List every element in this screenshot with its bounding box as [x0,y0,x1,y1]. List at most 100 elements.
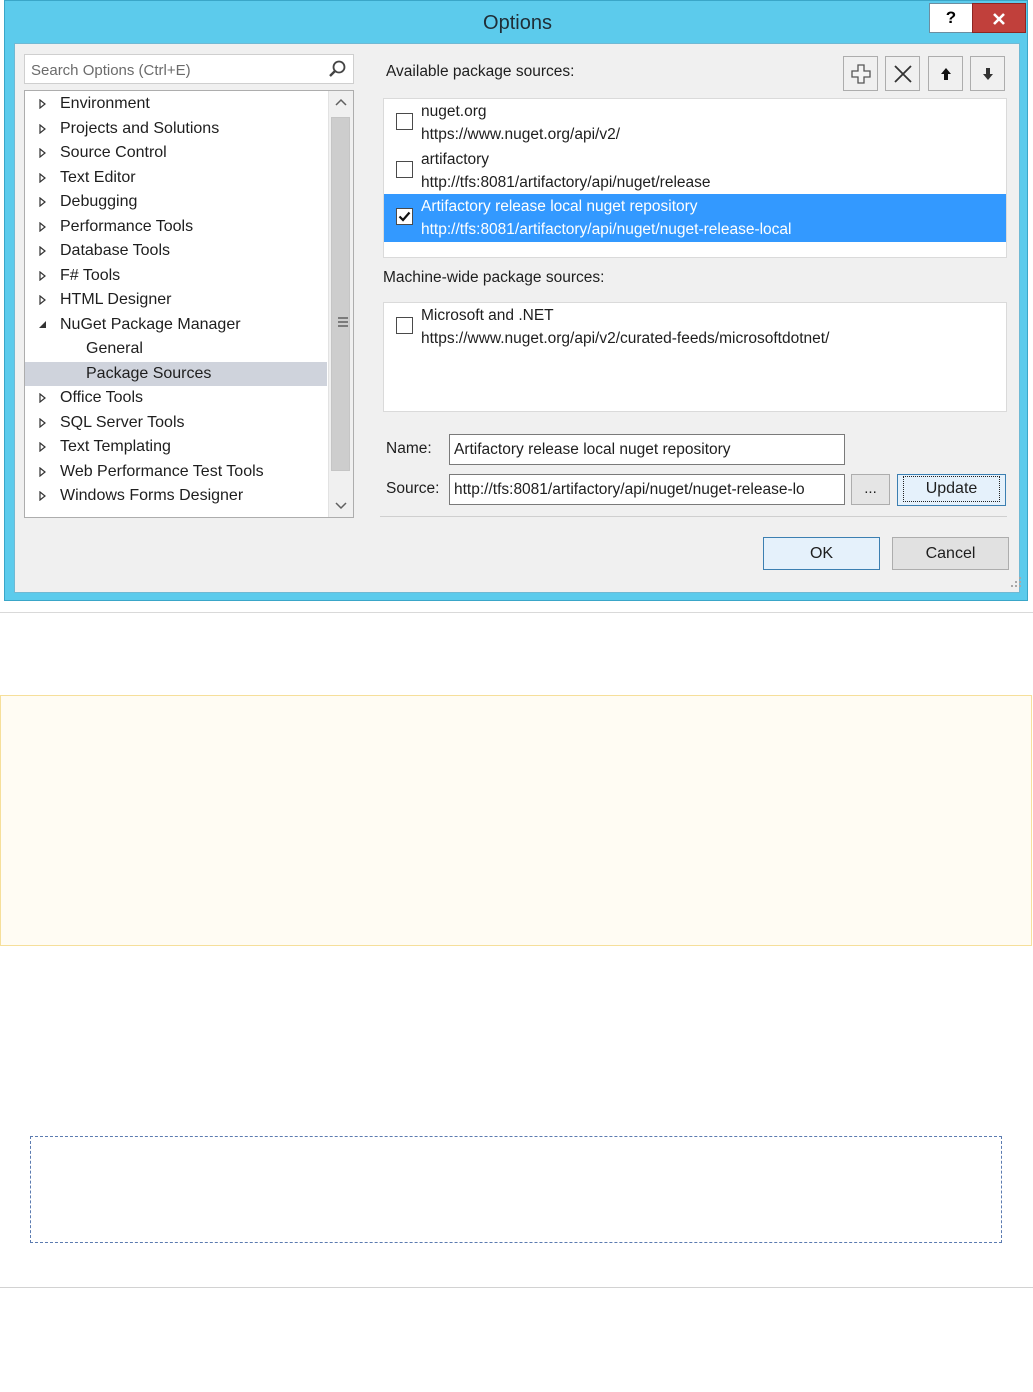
tree-item-label: HTML Designer [60,291,172,308]
machine-wide-sources-label: Machine-wide package sources: [383,269,605,286]
tree-item[interactable]: Environment [25,92,327,116]
tree-item-label: Text Templating [60,438,171,455]
tree-item[interactable]: Web Performance Test Tools [25,460,327,484]
available-sources-list[interactable]: nuget.org https://www.nuget.org/api/v2/ar… [383,98,1007,258]
close-button[interactable] [972,3,1026,33]
source-name: artifactory [421,150,490,168]
source-field[interactable] [449,474,845,505]
tree-item-label: Database Tools [60,242,170,259]
search-box[interactable] [24,54,354,85]
remove-icon [894,65,912,83]
collapsed-triangle-icon[interactable] [38,172,48,183]
collapsed-triangle-icon[interactable] [38,270,48,281]
search-icon[interactable] [327,59,347,79]
expanded-triangle-icon[interactable] [38,320,48,330]
tree-item-label: Text Editor [60,168,136,186]
checkmark-icon [398,211,411,222]
tree-item[interactable]: Source Control [25,141,327,165]
tree-item-label: Package Sources [86,364,212,382]
tree-item[interactable]: HTML Designer [25,288,327,312]
tree-item-label: General [86,340,143,357]
cancel-button[interactable]: Cancel [892,537,1009,570]
tree-item-label: F# Tools [60,266,121,284]
available-sources-label: Available package sources: [386,63,575,80]
source-list-item[interactable]: Microsoft and .NET https://www.nuget.org/… [384,303,1006,351]
tree-item[interactable]: Projects and Solutions [25,117,327,141]
tree-item-label: Source Control [60,144,167,161]
collapsed-triangle-icon[interactable] [38,466,48,477]
tree-item-label: Windows Forms Designer [60,487,244,504]
add-source-button[interactable] [843,56,878,91]
tree-item-label: SQL Server Tools [60,413,185,431]
tree-item[interactable]: Text Editor [25,166,327,190]
tree-item-label: Web Performance Test Tools [60,462,264,480]
tree-item-label: NuGet Package Manager [60,315,241,333]
source-url: http://tfs:8081/artifactory/api/nuget/nu… [421,221,792,238]
name-field[interactable] [449,434,845,465]
close-icon [993,13,1005,25]
collapsed-triangle-icon[interactable] [38,417,48,428]
tree-item[interactable]: Database Tools [25,239,327,263]
options-tree[interactable]: Environment Projects and Solutions Source … [24,90,354,518]
source-name: Artifactory release local nuget reposito… [421,198,698,215]
tree-item-label: Environment [60,95,150,112]
collapsed-triangle-icon[interactable] [38,123,48,134]
source-enabled-checkbox[interactable] [396,317,413,334]
ok-button[interactable]: OK [763,537,880,570]
help-button[interactable]: ? [929,3,973,33]
source-name: nuget.org [421,103,487,120]
arrow-down-icon [983,68,993,80]
search-input[interactable] [25,55,333,85]
resize-grip-icon[interactable] [1008,574,1022,588]
source-url: http://tfs:8081/artifactory/api/nuget/re… [421,173,711,191]
tree-item[interactable]: SQL Server Tools [25,411,327,435]
remove-source-button[interactable] [885,56,920,91]
update-button-label: Update [902,476,1001,502]
collapsed-triangle-icon[interactable] [38,442,48,452]
source-name: Microsoft and .NET [421,307,554,324]
tree-item[interactable]: F# Tools [25,264,327,288]
collapsed-triangle-icon[interactable] [38,221,48,232]
source-label: Source: [386,480,440,497]
source-list-item[interactable]: nuget.org https://www.nuget.org/api/v2/ [384,99,1006,147]
tree-item[interactable]: Office Tools [25,386,327,410]
source-list-item[interactable]: artifactory http://tfs:8081/artifactory/a… [384,147,1006,195]
source-url: https://www.nuget.org/api/v2/ [421,126,621,143]
scroll-up-arrow-icon[interactable] [329,91,353,115]
tree-item[interactable]: NuGet Package Manager [25,313,327,337]
collapsed-triangle-icon[interactable] [38,393,48,403]
browse-button[interactable]: ... [851,474,890,505]
move-down-button[interactable] [970,56,1005,91]
collapsed-triangle-icon[interactable] [38,246,48,256]
arrow-up-icon [941,68,951,80]
source-enabled-checkbox[interactable] [396,208,413,225]
source-enabled-checkbox[interactable] [396,113,413,130]
tree-item-label: Debugging [60,193,138,210]
tree-scrollbar[interactable] [328,91,353,517]
dialog-title: Options [483,12,552,34]
collapsed-triangle-icon[interactable] [38,295,48,305]
collapsed-triangle-icon[interactable] [38,197,48,207]
source-list-item[interactable]: Artifactory release local nuget reposito… [384,194,1006,242]
scroll-thumb[interactable] [331,117,350,471]
tree-item[interactable]: Performance Tools [25,215,327,239]
move-up-button[interactable] [928,56,963,91]
collapsed-triangle-icon[interactable] [38,99,48,109]
collapsed-triangle-icon[interactable] [38,491,48,501]
source-enabled-checkbox[interactable] [396,160,413,178]
tree-item[interactable]: Debugging [25,190,327,214]
collapsed-triangle-icon[interactable] [38,148,48,158]
tree-item[interactable]: General [25,337,327,361]
divider [380,516,1007,517]
update-button[interactable]: Update [897,474,1006,506]
tree-item[interactable]: Package Sources [25,361,327,386]
tree-item[interactable]: Windows Forms Designer [25,484,327,508]
scroll-down-arrow-icon[interactable] [329,493,353,517]
page-divider-bottom [0,1287,1033,1288]
page-divider-top [0,612,1033,613]
machine-wide-sources-list[interactable]: Microsoft and .NET https://www.nuget.org/… [383,302,1007,412]
add-icon [851,64,871,84]
tree-item[interactable]: Text Templating [25,435,327,459]
source-url: https://www.nuget.org/api/v2/curated-fee… [421,330,830,347]
tree-item-label: Performance Tools [60,217,194,235]
